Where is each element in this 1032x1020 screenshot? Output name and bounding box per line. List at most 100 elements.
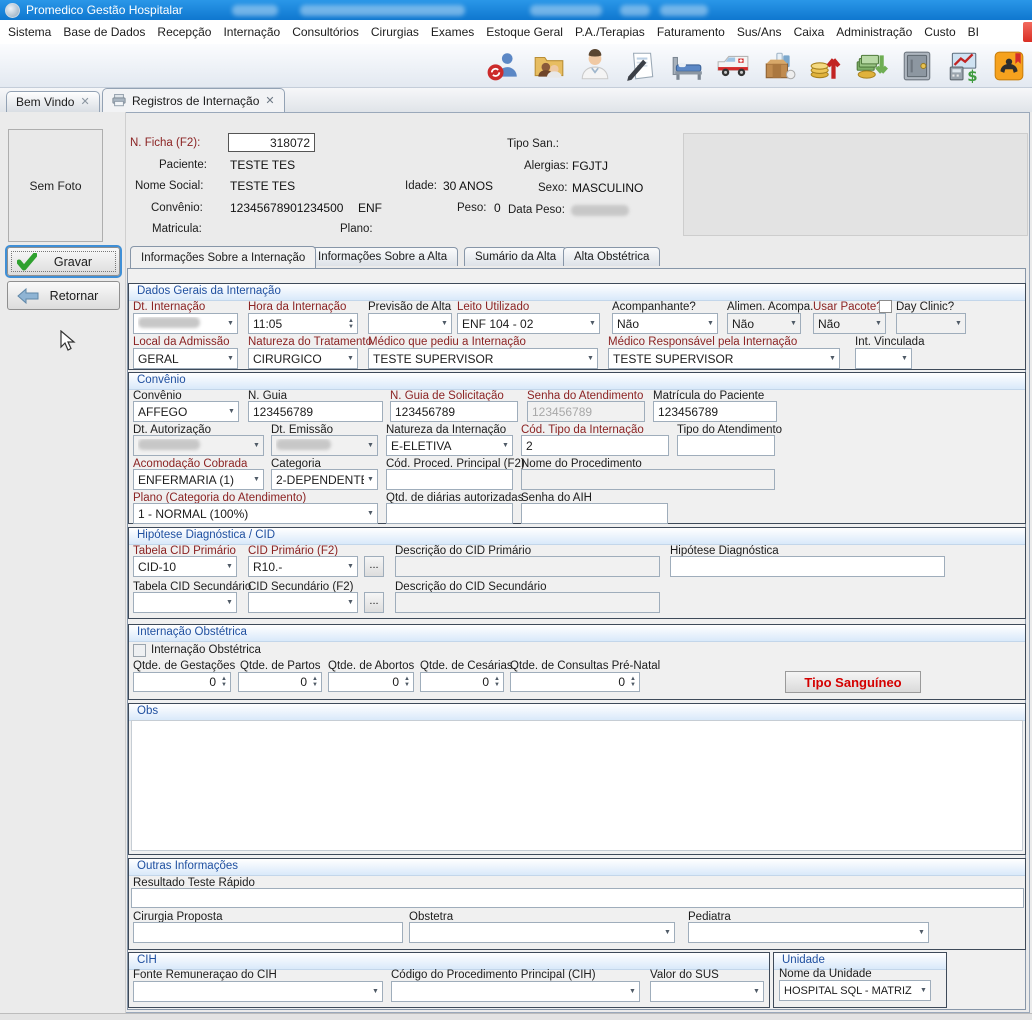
menu-bi[interactable]: BI [968, 25, 979, 39]
menu-administracao[interactable]: Administração [836, 25, 912, 39]
title-bar: Promedico Gestão Hospitalar [0, 0, 1032, 20]
natureza-internacao-combo[interactable]: E-ELETIVA▼ [386, 435, 513, 456]
categoria-combo[interactable]: 2-DEPENDENTE▼ [271, 469, 378, 490]
close-icon[interactable]: ✕ [265, 96, 274, 106]
fonte-remuneracao-combo[interactable]: ▼ [133, 981, 383, 1002]
menu-consultorios[interactable]: Consultórios [292, 25, 359, 39]
resultado-teste-input[interactable] [131, 888, 1024, 908]
idade-value: 30 ANOS [443, 179, 493, 193]
dt-internacao-combo[interactable]: ▼ [133, 313, 238, 334]
menu-recepcao[interactable]: Recepção [157, 25, 211, 39]
safe-icon[interactable] [899, 48, 935, 84]
menu-estoque-geral[interactable]: Estoque Geral [486, 25, 563, 39]
plano-categoria-combo[interactable]: 1 - NORMAL (100%)▼ [133, 503, 378, 524]
menu-exames[interactable]: Exames [431, 25, 474, 39]
dt-emissao-combo[interactable]: ▼ [271, 435, 378, 456]
pharmacy-stock-icon[interactable] [761, 48, 797, 84]
menu-faturamento[interactable]: Faturamento [657, 25, 725, 39]
hipotese-diagnostica-input[interactable] [670, 556, 945, 577]
medical-record-icon[interactable] [623, 48, 659, 84]
acompanhante-combo[interactable]: Não▼ [612, 313, 718, 334]
menu-internacao[interactable]: Internação [223, 25, 280, 39]
redacted-title-text [530, 5, 602, 16]
tab-registros-internacao[interactable]: Registros de Internação ✕ [102, 88, 285, 112]
user-sync-icon[interactable] [485, 48, 521, 84]
subtab-informacoes-alta[interactable]: Informações Sobre a Alta [307, 247, 458, 266]
qtde-consultas-spinner[interactable]: 0▲▼ [510, 672, 640, 692]
qtde-abortos-spinner[interactable]: 0▲▼ [328, 672, 414, 692]
phone-call-icon[interactable] [991, 48, 1027, 84]
retornar-button[interactable]: Retornar [7, 281, 120, 310]
natureza-tratamento-combo[interactable]: CIRURGICO▼ [248, 348, 358, 369]
qtde-partos-spinner[interactable]: 0▲▼ [238, 672, 322, 692]
internacao-obstetrica-checkbox[interactable] [133, 644, 146, 657]
qtde-cesarias-spinner[interactable]: 0▲▼ [420, 672, 504, 692]
menu-base-de-dados[interactable]: Base de Dados [63, 25, 145, 39]
nome-unidade-combo[interactable]: HOSPITAL SQL - MATRIZ▼ [779, 980, 931, 1001]
n-guia-solicitacao-input[interactable]: 123456789 [390, 401, 518, 422]
tipo-sanguineo-button[interactable]: Tipo Sanguíneo [785, 671, 921, 693]
cid-secundario-combo[interactable]: ▼ [248, 592, 358, 613]
fonte-remuneracao-label: Fonte Remuneraçao do CIH [133, 969, 277, 981]
gravar-button[interactable]: Gravar [7, 247, 120, 276]
dt-autorizacao-combo[interactable]: ▼ [133, 435, 264, 456]
hospital-bed-icon[interactable] [669, 48, 705, 84]
ficha-input[interactable]: 318072 [228, 133, 315, 152]
menu-sistema[interactable]: Sistema [8, 25, 51, 39]
tabela-cid-primario-combo[interactable]: CID-10▼ [133, 556, 237, 577]
subtab-alta-obstetrica[interactable]: Alta Obstétrica [563, 247, 660, 266]
patient-photo-placeholder[interactable]: Sem Foto [8, 129, 103, 242]
senha-atendimento-input: 123456789 [527, 401, 645, 422]
medico-responsavel-label: Médico Responsável pela Internação [608, 336, 797, 348]
leito-combo[interactable]: ENF 104 - 02▼ [457, 313, 600, 334]
obstetra-combo[interactable]: ▼ [409, 922, 675, 943]
tabela-cid-secundario-combo[interactable]: ▼ [133, 592, 237, 613]
valor-sus-combo[interactable]: ▼ [650, 981, 764, 1002]
senha-aih-input[interactable] [521, 503, 668, 524]
menu-pa-terapias[interactable]: P.A./Terapias [575, 25, 645, 39]
window-title: Promedico Gestão Hospitalar [26, 3, 183, 17]
matricula-paciente-input[interactable]: 123456789 [653, 401, 777, 422]
patients-folder-icon[interactable] [531, 48, 567, 84]
qtde-gestacoes-spinner[interactable]: 0▲▼ [133, 672, 231, 692]
day-clinic-checkbox[interactable] [879, 300, 892, 313]
previsao-alta-combo[interactable]: ▼ [368, 313, 452, 334]
doctor-icon[interactable] [577, 48, 613, 84]
matricula-header-label: Matricula: [152, 223, 202, 235]
cid-secundario-lookup-button[interactable]: ... [364, 592, 384, 613]
menu-cirurgias[interactable]: Cirurgias [371, 25, 419, 39]
medico-pediu-combo[interactable]: TESTE SUPERVISOR▼ [368, 348, 598, 369]
revenue-up-icon[interactable] [807, 48, 843, 84]
dt-internacao-label: Dt. Internação [133, 301, 205, 313]
menu-sus-ans[interactable]: Sus/Ans [737, 25, 782, 39]
n-guia-input[interactable]: 123456789 [248, 401, 383, 422]
internacao-obstetrica-checkbox-label: Internação Obstétrica [151, 644, 261, 656]
subtab-informacoes-internacao[interactable]: Informações Sobre a Internação [130, 246, 316, 268]
acomodacao-cobrada-combo[interactable]: ENFERMARIA (1)▼ [133, 469, 264, 490]
medico-responsavel-combo[interactable]: TESTE SUPERVISOR▼ [608, 348, 840, 369]
subtab-sumario-alta[interactable]: Sumário da Alta [464, 247, 567, 266]
ambulance-icon[interactable] [715, 48, 751, 84]
pediatra-combo[interactable]: ▼ [688, 922, 929, 943]
cod-proced-principal-input[interactable] [386, 469, 513, 490]
tab-bem-vindo[interactable]: Bem Vindo ✕ [6, 91, 100, 112]
codigo-procedimento-cih-combo[interactable]: ▼ [391, 981, 640, 1002]
local-admissao-combo[interactable]: GERAL▼ [133, 348, 238, 369]
menu-custo[interactable]: Custo [924, 25, 955, 39]
billing-terminal-icon[interactable]: $ [945, 48, 981, 84]
tipo-atendimento-input[interactable] [677, 435, 775, 456]
cod-tipo-internacao-input[interactable]: 2 [521, 435, 669, 456]
payment-down-icon[interactable] [853, 48, 889, 84]
obs-textarea[interactable] [131, 720, 1023, 851]
qtd-diarias-input[interactable] [386, 503, 513, 524]
cid-primario-lookup-button[interactable]: ... [364, 556, 384, 577]
cirurgia-proposta-input[interactable] [133, 922, 403, 943]
int-vinculada-combo[interactable]: ▼ [855, 348, 912, 369]
convenio-combo[interactable]: AFFEGO▼ [133, 401, 239, 422]
previsao-alta-label: Previsão de Alta [368, 301, 451, 313]
hora-internacao-spinner[interactable]: 11:05▲▼ [248, 313, 358, 334]
codigo-procedimento-cih-label: Código do Procedimento Principal (CIH) [391, 969, 596, 981]
close-icon[interactable]: ✕ [80, 97, 89, 107]
cid-primario-combo[interactable]: R10.-▼ [248, 556, 358, 577]
menu-caixa[interactable]: Caixa [794, 25, 825, 39]
